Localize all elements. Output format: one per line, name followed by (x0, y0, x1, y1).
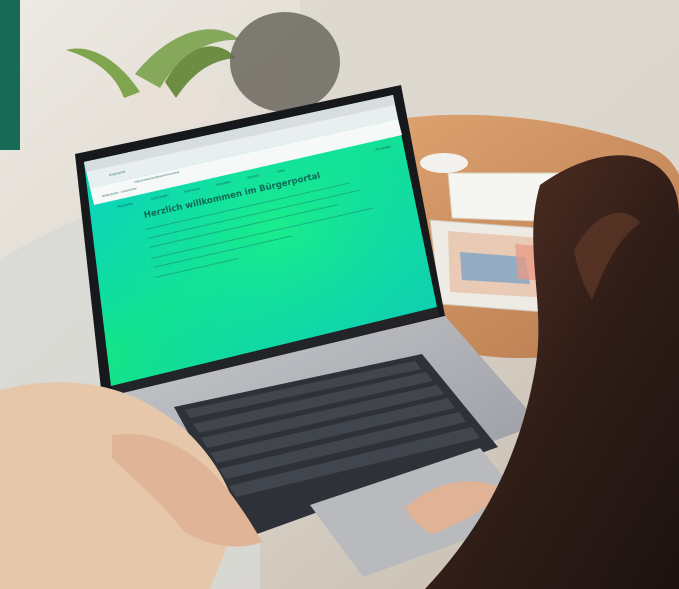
dark-planter (230, 12, 340, 112)
photo-scene: Bürgerportal https://www.buergerportal.e… (0, 0, 679, 589)
scene-illustration (0, 0, 679, 589)
green-accent-bar (0, 0, 20, 150)
earbuds-case (420, 153, 468, 173)
